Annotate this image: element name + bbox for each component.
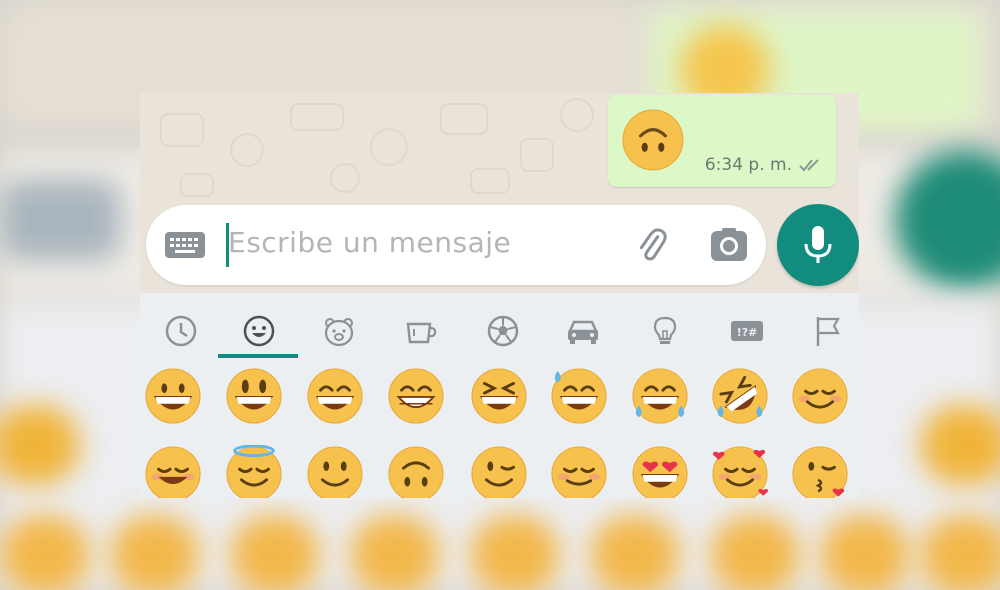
slight-smile-emoji[interactable] <box>306 445 364 498</box>
grinning-emoji[interactable] <box>144 367 202 425</box>
relieved-emoji[interactable] <box>550 445 608 498</box>
upside-down-face-emoji <box>622 109 684 171</box>
message-input[interactable]: Escribe un mensaje <box>228 226 511 259</box>
emoji-grid <box>140 367 859 498</box>
halo-icon <box>226 445 282 498</box>
selected-tab-indicator <box>218 354 298 358</box>
symbols-label: !?# <box>737 326 758 339</box>
emoji-panel: !?# <box>140 293 859 498</box>
grinning-smiling-eyes-emoji[interactable] <box>306 367 364 425</box>
soccer-ball-icon <box>487 315 519 347</box>
paperclip-icon[interactable] <box>631 225 671 265</box>
squinting-emoji[interactable] <box>470 367 528 425</box>
upside-down-icon <box>388 446 444 498</box>
tears-of-joy-emoji[interactable] <box>631 367 689 425</box>
keyboard-icon[interactable] <box>164 229 206 261</box>
car-icon <box>568 320 598 344</box>
sweat-smile-emoji[interactable] <box>550 367 608 425</box>
heart-eyes-icon <box>632 446 688 498</box>
smiling-blush-emoji[interactable] <box>791 367 849 425</box>
slight-smile-icon <box>307 446 363 498</box>
beaming-emoji[interactable] <box>387 367 445 425</box>
flag-icon <box>816 317 840 346</box>
sweat-smile-icon <box>551 368 607 424</box>
tears-of-joy-icon <box>632 368 688 424</box>
grinning-smiling-eyes-icon <box>307 368 363 424</box>
tab-objects[interactable] <box>624 308 704 358</box>
grinning-icon <box>145 368 201 424</box>
emoji-category-tabs: !?# <box>140 308 859 358</box>
tab-flags[interactable] <box>786 308 859 358</box>
camera-icon[interactable] <box>710 227 748 263</box>
grinning-big-eyes-icon <box>226 368 282 424</box>
rolling-laughing-emoji[interactable] <box>711 367 769 425</box>
tab-animals[interactable] <box>298 308 378 358</box>
message-time: 6:34 p. m. <box>704 155 792 175</box>
tab-activity[interactable] <box>462 308 542 358</box>
symbols-icon: !?# <box>731 321 763 341</box>
tab-recent[interactable] <box>140 308 220 358</box>
tab-symbols[interactable]: !?# <box>706 308 786 358</box>
heart-eyes-emoji[interactable] <box>631 445 689 498</box>
kissing-heart-emoji[interactable] <box>791 445 849 498</box>
cup-icon <box>406 322 437 344</box>
halo-emoji[interactable] <box>225 445 283 498</box>
grinning-big-eyes-emoji[interactable] <box>225 367 283 425</box>
beaming-icon <box>388 368 444 424</box>
smiley-icon <box>243 315 275 347</box>
smiling-eyes-emoji[interactable] <box>144 445 202 498</box>
outgoing-message-bubble[interactable]: 6:34 p. m. <box>608 95 836 187</box>
double-check-icon <box>799 159 819 172</box>
whatsapp-screen: 6:34 p. m. Escribe un mensaje !?# <box>140 93 859 498</box>
relieved-icon <box>551 446 607 498</box>
smiling-hearts-emoji[interactable] <box>711 445 769 498</box>
kissing-heart-icon <box>792 446 848 498</box>
clock-icon <box>165 315 197 347</box>
message-composer: Escribe un mensaje <box>146 205 766 285</box>
bear-icon <box>324 318 354 347</box>
smiling-blush-icon <box>792 368 848 424</box>
rolling-laughing-icon <box>712 368 768 424</box>
voice-message-button[interactable] <box>777 204 859 286</box>
upside-down-emoji[interactable] <box>387 445 445 498</box>
tab-travel[interactable] <box>542 308 622 358</box>
tab-food[interactable] <box>380 308 460 358</box>
smiling-eyes-icon <box>145 446 201 498</box>
microphone-icon <box>804 226 832 263</box>
winking-icon <box>471 446 527 498</box>
tab-smileys[interactable] <box>218 308 298 358</box>
smiling-hearts-icon <box>712 446 769 498</box>
squinting-icon <box>471 368 527 424</box>
winking-emoji[interactable] <box>470 445 528 498</box>
lightbulb-icon <box>653 316 677 344</box>
